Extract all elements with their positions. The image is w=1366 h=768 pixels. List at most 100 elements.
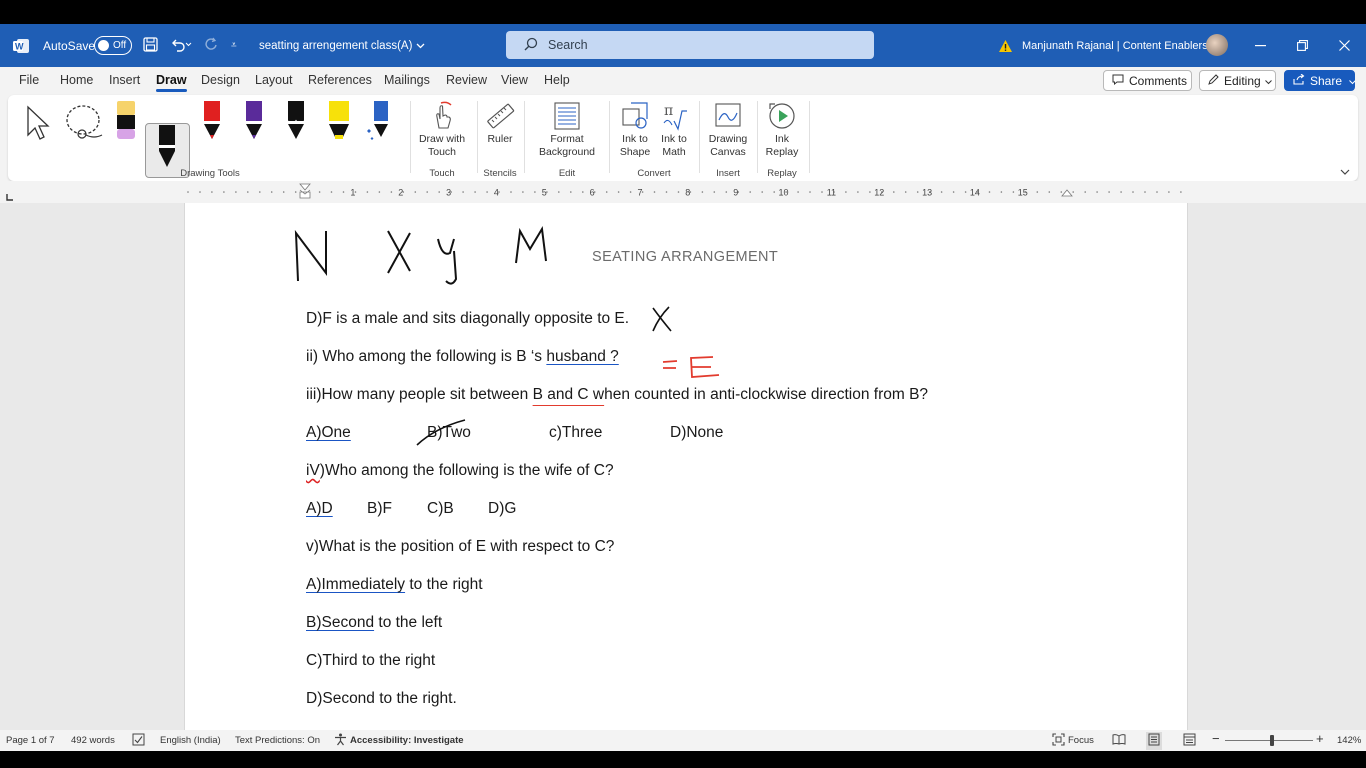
document-page[interactable]: SEATING ARRANGEMENT D)F is a male and si… [184,203,1188,730]
drawing-canvas-button[interactable]: Drawing Canvas [703,101,753,159]
warning-icon[interactable] [998,24,1013,67]
autosave-toggle[interactable]: Off [94,36,132,55]
undo-icon[interactable] [170,37,192,55]
ruler-label: Ruler [487,133,513,145]
language[interactable]: English (India) [160,735,221,746]
pen-purple-icon[interactable] [242,99,266,147]
ruler-button[interactable]: Ruler [480,101,520,145]
group-label-replay: Replay [767,168,797,179]
restore-icon[interactable] [1282,24,1322,67]
horizontal-ruler[interactable]: 1 2 3 4 5 6 7 8 9 10 11 12 13 14 15 [0,181,1366,203]
tab-insert[interactable]: Insert [109,73,140,87]
cross-mark-ink [652,306,672,332]
tab-design[interactable]: Design [201,73,240,87]
focus-icon[interactable] [1052,733,1065,749]
ruler-tick [426,191,429,193]
format-background-button[interactable]: Format Background [529,101,605,159]
web-layout-icon[interactable] [1183,733,1196,749]
zoom-out-icon[interactable]: − [1212,731,1220,746]
search-input[interactable]: Search [506,31,874,59]
ruler-tick [749,191,751,193]
zoom-in-icon[interactable]: + [1316,731,1324,746]
ink-replay-button[interactable]: Ink Replay [759,101,805,159]
ink-to-math-button[interactable]: π Ink to Math [654,101,694,159]
ruler-tick [988,191,991,193]
text-predictions[interactable]: Text Predictions: On [235,735,320,746]
question-line-4: iV)Who among the following is the wife o… [306,462,614,480]
save-icon[interactable] [143,36,158,55]
pen-red-icon[interactable] [200,99,224,147]
tab-file[interactable]: File [19,73,39,87]
page-count[interactable]: Page 1 of 7 [6,735,55,746]
ruler-tick [558,191,560,193]
collapse-ribbon-icon[interactable] [1340,163,1350,181]
lasso-select-icon[interactable] [64,103,104,143]
q5-option-a-underlined: A)Immediately [306,576,406,593]
group-label-edit: Edit [558,168,576,179]
word-count[interactable]: 492 words [71,735,115,746]
tab-review[interactable]: Review [446,73,487,87]
tab-home[interactable]: Home [60,73,93,87]
focus-label[interactable]: Focus [1068,735,1094,746]
share-button[interactable]: Share [1284,70,1356,91]
q4-option-a: A)D [306,500,333,517]
pen-black-calligraphy-icon[interactable] [284,99,308,147]
ruler-tick [199,191,201,193]
minimize-icon[interactable] [1240,24,1280,67]
ruler-tick [701,191,704,193]
comments-button[interactable]: Comments [1103,70,1192,91]
close-icon[interactable] [1324,24,1364,67]
editing-mode-button[interactable]: Editing [1199,70,1276,91]
redo-icon[interactable] [204,37,219,55]
search-placeholder: Search [548,38,588,52]
ruler-tick [1156,191,1158,193]
zoom-slider-handle[interactable] [1270,735,1274,746]
ink-to-math-icon: π [663,103,687,131]
document-title[interactable]: seatting arrengement class(A) [259,24,425,67]
word-app-icon: W [12,24,32,67]
read-mode-icon[interactable] [1112,733,1126,748]
accessibility-icon[interactable] [334,733,347,749]
ink-to-shape-button[interactable]: Ink to Shape [614,101,656,159]
ruler-tick [294,191,297,193]
document-canvas[interactable]: SEATING ARRANGEMENT D)F is a male and si… [0,203,1366,730]
ruler-tick [1120,191,1122,193]
chevron-down-icon [1264,74,1272,88]
ruler-tick [605,191,608,193]
drawing-canvas-icon [715,103,741,127]
question-line-2: ii) Who among the following is B ‘s husb… [306,348,619,366]
avatar[interactable] [1206,34,1228,56]
tab-view[interactable]: View [501,73,528,87]
ruler-tick [845,191,847,193]
accessibility-status[interactable]: Accessibility: Investigate [350,735,464,746]
ruler-number: 14 [970,188,980,198]
ruler-tick [1180,191,1182,193]
draw-with-touch-button[interactable]: Draw with Touch [412,101,472,159]
customize-qat-icon[interactable]: ⩡ [231,40,237,51]
ribbon-separator [809,101,810,173]
highlighter-yellow-icon[interactable] [326,99,350,147]
tab-references[interactable]: References [308,73,372,87]
eraser-icon[interactable] [114,99,138,147]
proofing-icon[interactable] [132,733,145,749]
action-pen-icon[interactable] [366,99,390,147]
user-name[interactable]: Manjunath Rajanal | Content Enablers [1022,24,1208,67]
ruler-tick [761,191,763,193]
tab-layout[interactable]: Layout [255,73,293,87]
ruler-tick [486,191,488,193]
ruler-tick [462,191,464,193]
group-label-convert: Convert [637,168,671,179]
tab-mailings[interactable]: Mailings [384,73,430,87]
question-line-1: D)F is a male and sits diagonally opposi… [306,310,630,327]
ruler-tick [916,191,919,193]
select-tool-icon[interactable] [24,103,52,143]
tab-help[interactable]: Help [544,73,570,87]
zoom-level[interactable]: 142% [1337,735,1361,746]
draw-with-touch-label: Draw with Touch [418,133,466,158]
q3-highlighted-text: B and C w [532,386,605,403]
zoom-slider[interactable] [1225,740,1313,741]
ruler-icon [487,103,515,129]
tab-draw[interactable]: Draw [156,73,187,92]
print-layout-icon[interactable] [1146,732,1162,750]
ruler-tick [809,191,811,193]
